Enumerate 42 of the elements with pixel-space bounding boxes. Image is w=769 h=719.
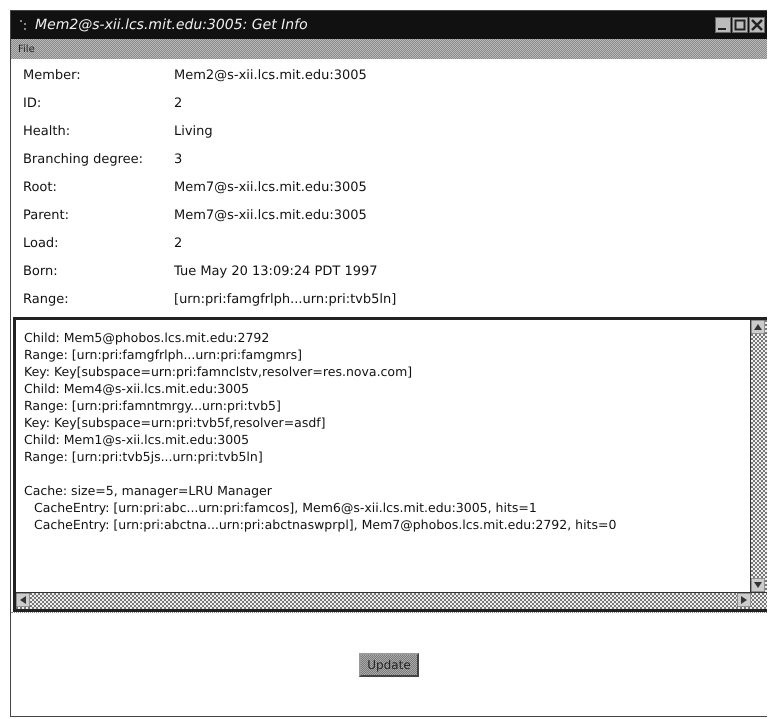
scroll-down-icon[interactable]	[751, 578, 765, 592]
minimize-icon[interactable]	[715, 17, 731, 33]
text-line: CacheEntry: [urn:pri:abctna...urn:pri:abctnaswprpl], Mem7@phobos.lcs.mit.edu:2792, hits=0	[33, 517, 618, 534]
vertical-scrollbar[interactable]	[750, 320, 767, 592]
field-label: Branching degree:	[23, 152, 144, 166]
text-line: Range: [urn:pri:famntmrgy...urn:pri:tvb5]	[24, 398, 282, 415]
window-title: Mem2@s-xii.lcs.mit.edu:3005: Get Info	[35, 17, 309, 33]
field-value: Mem7@s-xii.lcs.mit.edu:3005	[174, 180, 368, 194]
field-value: [urn:pri:famgfrlph...urn:pri:tvb5ln]	[174, 292, 398, 306]
field-label: Born:	[23, 264, 59, 278]
field-value: Mem7@s-xii.lcs.mit.edu:3005	[174, 208, 368, 222]
field-label: Root:	[23, 180, 58, 194]
update-button[interactable]: Update	[359, 652, 419, 676]
window-menu-icon[interactable]	[19, 18, 29, 32]
field-value: Mem2@s-xii.lcs.mit.edu:3005	[174, 68, 368, 82]
field-label: Parent:	[23, 208, 70, 222]
text-line: Range: [urn:pri:famgfrlph...urn:pri:famgmrs]	[24, 347, 303, 364]
text-line: Child: Mem4@s-xii.lcs.mit.edu:3005	[24, 381, 250, 398]
close-icon[interactable]	[749, 17, 765, 33]
text-line: CacheEntry: [urn:pri:abc...urn:pri:famcos], Mem6@s-xii.lcs.mit.edu:3005, hits=1	[33, 500, 538, 517]
field-value: Tue May 20 13:09:24 PDT 1997	[174, 264, 379, 278]
field-label: Member:	[23, 68, 82, 82]
text-line: Key: Key[subspace=urn:pri:tvb5f,resolver=asdf]	[24, 415, 327, 432]
field-label: Health:	[23, 124, 72, 138]
field-label: Range:	[23, 292, 70, 306]
field-label: Load:	[23, 236, 60, 250]
field-value: 2	[174, 96, 184, 110]
field-value: 2	[174, 236, 184, 250]
horizontal-scrollbar[interactable]	[16, 592, 767, 609]
text-line: Child: Mem5@phobos.lcs.mit.edu:2792	[24, 330, 270, 347]
field-label: ID:	[23, 96, 42, 110]
field-value: 3	[174, 152, 184, 166]
scroll-right-icon[interactable]	[737, 593, 751, 607]
menu-item[interactable]: File	[15, 44, 38, 54]
scroll-up-icon[interactable]	[751, 320, 765, 334]
text-line: Range: [urn:pri:tvb5js...urn:pri:tvb5ln]	[24, 449, 264, 466]
text-line: Child: Mem1@s-xii.lcs.mit.edu:3005	[24, 432, 250, 449]
maximize-icon[interactable]	[732, 17, 748, 33]
text-line: Key: Key[subspace=urn:pri:famnclstv,resolver=res.nova.com]	[24, 364, 414, 381]
scroll-left-icon[interactable]	[16, 593, 30, 607]
field-value: Living	[174, 124, 214, 138]
text-line: Cache: size=5, manager=LRU Manager	[24, 483, 273, 500]
